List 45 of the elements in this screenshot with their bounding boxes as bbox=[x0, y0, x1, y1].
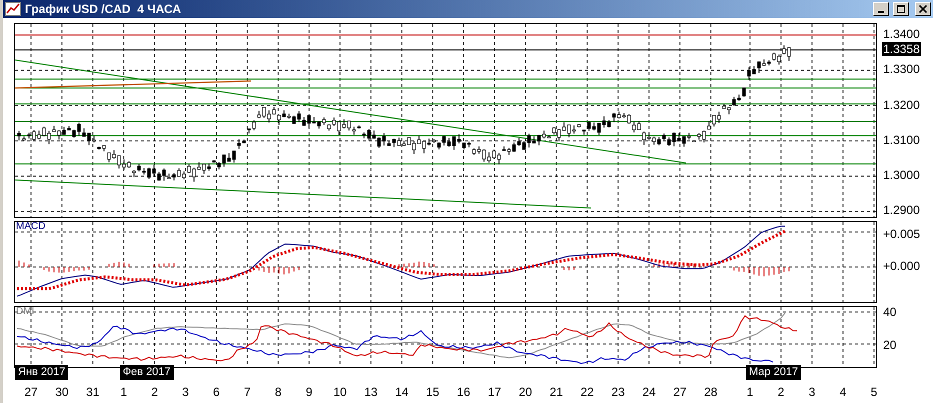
date-label: 6 bbox=[213, 386, 220, 398]
axis-label: 1.3300 bbox=[883, 63, 920, 75]
axis-label: 40 bbox=[883, 306, 896, 318]
date-label: 16 bbox=[456, 386, 470, 398]
date-label: 17 bbox=[488, 386, 502, 398]
date-label: 24 bbox=[642, 386, 656, 398]
axis-label: 20 bbox=[883, 339, 896, 351]
date-label: 10 bbox=[333, 386, 347, 398]
indicator-label: DMI bbox=[16, 307, 34, 317]
date-label: 3 bbox=[182, 386, 189, 398]
date-label: 14 bbox=[395, 386, 408, 398]
date-label: 28 bbox=[704, 386, 718, 398]
date-label: 2 bbox=[151, 386, 158, 398]
date-label: 3 bbox=[808, 386, 816, 398]
axis-label: 1.3200 bbox=[883, 99, 920, 111]
date-label: 5 bbox=[870, 386, 878, 398]
date-label: 22 bbox=[580, 386, 594, 398]
date-label: 23 bbox=[611, 386, 625, 398]
axis-label: +0.005 bbox=[883, 228, 920, 240]
month-label: Янв 2017 bbox=[15, 365, 68, 380]
axis-label: 1.2900 bbox=[883, 204, 920, 216]
axis-label: 1.3000 bbox=[883, 169, 920, 181]
axis-label: +0.000 bbox=[883, 260, 920, 272]
window-title: График USD /CAD 4 ЧАСА bbox=[25, 1, 182, 18]
date-label: 13 bbox=[364, 386, 378, 398]
axis-label: 1.3400 bbox=[883, 28, 920, 40]
date-label: 1 bbox=[120, 386, 128, 398]
date-label: 1 bbox=[746, 386, 754, 398]
date-label: 7 bbox=[244, 386, 251, 398]
date-label: 15 bbox=[426, 386, 440, 398]
current-price-label: 1.3358 bbox=[882, 42, 921, 56]
date-label: 9 bbox=[306, 386, 312, 398]
date-label: 20 bbox=[518, 386, 532, 398]
month-label: Фев 2017 bbox=[120, 365, 174, 380]
date-label: 4 bbox=[840, 386, 846, 398]
axis-label: 1.3100 bbox=[883, 134, 920, 146]
date-label: 21 bbox=[550, 386, 563, 398]
date-label: 27 bbox=[673, 386, 687, 398]
date-label: 27 bbox=[24, 386, 38, 398]
indicator-label: MACD bbox=[16, 222, 46, 232]
date-label: 30 bbox=[55, 386, 69, 398]
date-label: 31 bbox=[86, 386, 100, 398]
date-label: 2 bbox=[778, 386, 784, 398]
month-label: Мар 2017 bbox=[746, 365, 802, 380]
date-label: 8 bbox=[274, 386, 282, 398]
